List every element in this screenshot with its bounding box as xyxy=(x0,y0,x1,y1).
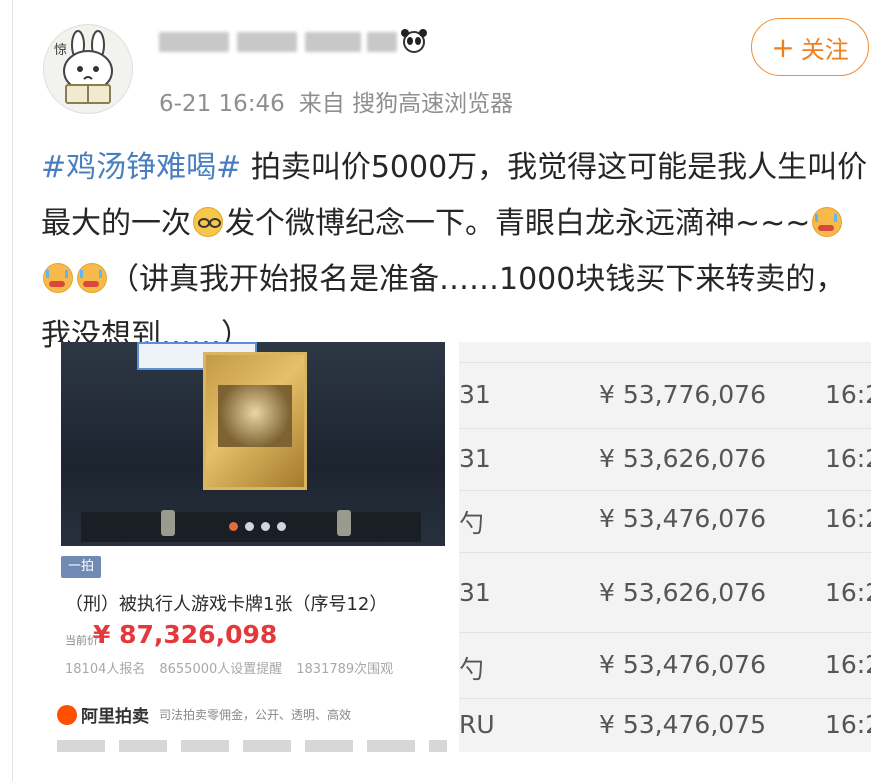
hashtag-link[interactable]: #鸡汤铮难喝# xyxy=(41,150,241,185)
bid-amount: ¥ 53,776,076 xyxy=(599,380,766,409)
reminder-count: 8655000人设置提醒 xyxy=(159,662,283,677)
crying-emoji-icon xyxy=(77,263,107,293)
post-source[interactable]: 来自 搜狗高速浏览器 xyxy=(299,91,513,117)
bidder-id: 31 xyxy=(459,444,491,473)
bid-amount: ¥ 53,476,076 xyxy=(599,650,766,679)
crying-emoji-icon xyxy=(43,263,73,293)
avatar[interactable]: 惊 xyxy=(43,24,133,114)
auction-round-tag: 一拍 xyxy=(61,556,102,578)
bid-amount: ¥ 53,626,076 xyxy=(599,444,766,473)
bid-time: 16:2 xyxy=(825,710,871,739)
username-blurred[interactable] xyxy=(159,28,429,56)
post-text: #鸡汤铮难喝# 拍卖叫价5000万，我觉得这可能是我人生叫价最大的一次 发个微博纪… xyxy=(41,140,871,364)
post-text-part3: （讲真我开始报名是准备……1000块钱买下来转卖的，我没想到……） xyxy=(41,262,846,353)
bid-amount: ¥ 53,626,076 xyxy=(599,578,766,607)
auction-screenshot-image[interactable]: 一拍 （刑）被执行人游戏卡牌1张（序号12） 当前价 ¥ 87,326,098 … xyxy=(51,342,457,752)
current-price: ¥ 87,326,098 xyxy=(93,620,278,649)
bid-time: 16:2 xyxy=(825,650,871,679)
ali-auction-brand: 阿里拍卖 司法拍卖零佣金，公开、透明、高效 xyxy=(57,702,351,727)
weibo-post-card: 惊 6-21 16:46 来自 搜狗高速浏览器 + 关注 #鸡汤铮难喝# 拍卖叫… xyxy=(12,0,874,781)
bidder-id: 31 xyxy=(459,380,491,409)
auction-item-title: （刑）被执行人游戏卡牌1张（序号12） xyxy=(65,594,388,615)
ali-auction-logo-icon xyxy=(57,704,77,725)
bid-amount: ¥ 53,476,076 xyxy=(599,504,766,533)
post-text-part2: 发个微博纪念一下。青眼白龙永远滴神~~~ xyxy=(225,206,811,241)
crying-emoji-icon xyxy=(812,207,843,237)
blue-eyes-card-image xyxy=(203,352,307,490)
glasses-emoji-icon xyxy=(193,207,223,237)
auction-stats: 18104人报名 8655000人设置提醒 1831789次围观 xyxy=(65,658,407,677)
bid-amount: ¥ 53,476,075 xyxy=(599,710,766,739)
bid-time: 16:2 xyxy=(825,578,871,607)
brand-name: 阿里拍卖 xyxy=(81,707,149,727)
bid-time: 16:2 xyxy=(825,380,871,409)
bid-record-image[interactable]: 31 ¥ 53,776,076 16:2 31 ¥ 53,626,076 16:… xyxy=(459,342,871,752)
plus-icon: + xyxy=(771,30,795,64)
bid-time: 16:2 xyxy=(825,504,871,533)
avatar-label: 惊 xyxy=(54,43,68,58)
bidder-id: 31 xyxy=(459,578,491,607)
signup-count: 18104人报名 xyxy=(65,662,146,677)
bid-time: 16:2 xyxy=(825,444,871,473)
bidder-id: 勺 xyxy=(459,509,485,538)
card-photo xyxy=(61,342,445,546)
post-timestamp: 6-21 16:46 xyxy=(159,91,285,117)
view-count: 1831789次围观 xyxy=(296,662,394,677)
follow-button[interactable]: + 关注 xyxy=(751,18,869,76)
bidder-id: 勺 xyxy=(459,655,485,684)
follow-label: 关注 xyxy=(800,35,849,64)
panda-icon xyxy=(401,29,427,53)
post-meta: 6-21 16:46 来自 搜狗高速浏览器 xyxy=(159,84,527,118)
brand-slogan: 司法拍卖零佣金，公开、透明、高效 xyxy=(159,708,352,722)
bidder-id: RU xyxy=(459,710,495,739)
